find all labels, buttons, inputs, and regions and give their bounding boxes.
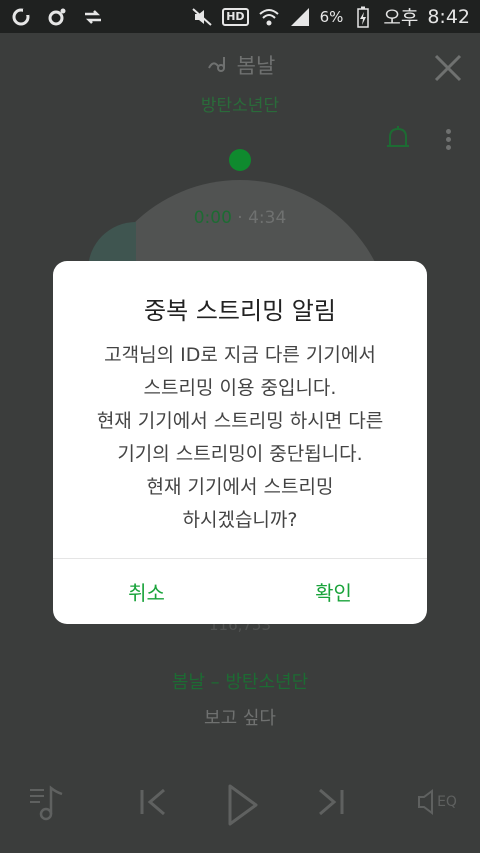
time-display: 0:00 · 4:34 [0,208,480,228]
dialog-message-line: 스트리밍 이용 중입니다. [143,377,337,399]
signal-icon [289,6,311,28]
speaker-icon [418,789,434,815]
wifi-icon [258,6,280,28]
dialog-message-line: 현재 기기에서 스트리밍 [146,476,334,498]
equalizer-button[interactable]: EQ [412,780,460,824]
battery-percent: 6% [319,7,344,26]
hd-voice-icon: HD [222,7,249,26]
play-icon [228,784,258,826]
current-time: 0:00 [193,208,232,228]
sync-icon [82,6,104,28]
dialog-message-line: 현재 기기에서 스트리밍 하시면 다른 [96,410,384,432]
app-notification-icon [10,6,32,28]
cancel-button[interactable]: 취소 [53,559,240,624]
mute-icon [191,6,213,28]
duplicate-streaming-dialog: 중복 스트리밍 알림 고객님의 ID로 지금 다른 기기에서 스트리밍 이용 중… [53,261,427,624]
battery-charging-icon [352,6,374,28]
previous-button[interactable] [134,780,174,824]
playlist-button[interactable] [26,780,70,824]
status-bar: HD 6% 오후 8:42 [0,0,480,33]
dialog-message: 고객님의 ID로 지금 다른 기기에서 스트리밍 이용 중입니다. 현재 기기에… [53,339,427,537]
play-button[interactable] [220,780,264,830]
song-title: 봄날 [236,54,276,78]
lyric-line: 보고 싶다 [204,708,276,729]
artist-name[interactable]: 방탄소년단 [0,91,480,116]
close-button[interactable] [432,52,464,84]
song-header: 봄날 [0,50,480,81]
bell-icon [387,126,409,147]
dialog-title: 중복 스트리밍 알림 [144,297,336,325]
next-button[interactable] [310,780,350,824]
notification-button[interactable] [384,124,412,154]
now-playing-text: 봄날 – 방탄소년단 [171,672,309,693]
dialog-message-line: 기기의 스트리밍이 중단됩니다. [117,443,363,465]
progress-knob[interactable] [229,149,251,171]
previous-icon [140,788,165,816]
dialog-message-line: 고객님의 ID로 지금 다른 기기에서 [104,344,376,366]
confirm-button[interactable]: 확인 [240,559,427,624]
clock-time: 8:42 [427,5,470,28]
playlist-icon [30,785,63,821]
next-icon [319,788,344,816]
eq-label: EQ [437,794,457,810]
dialog-message-line: 하시겠습니까? [182,509,298,531]
player-controls: EQ [0,780,480,840]
more-options-button[interactable] [440,126,456,156]
close-icon [434,54,462,82]
clock-ampm: 오후 [383,7,419,29]
music-note-icon [207,57,225,72]
time-separator: · [237,208,243,228]
total-time: 4:34 [248,208,287,228]
music-app-icon [46,6,68,28]
